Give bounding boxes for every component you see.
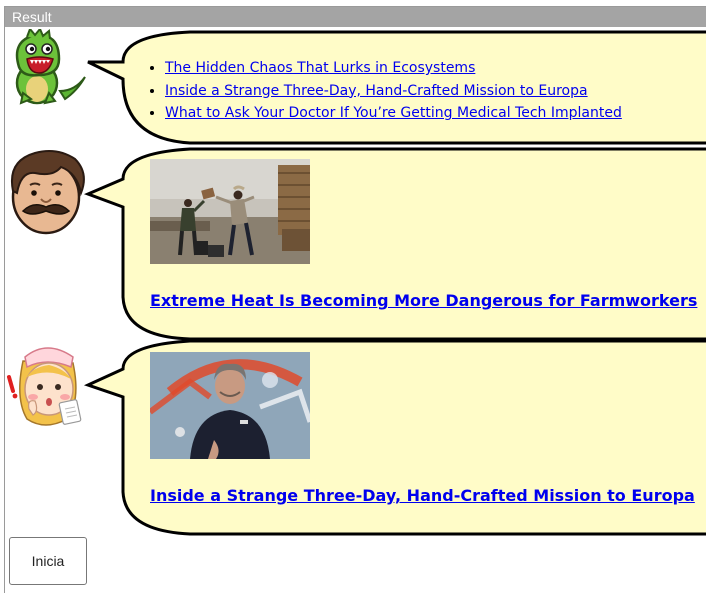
article-headline-link[interactable]: Extreme Heat Is Becoming More Dangerous … bbox=[150, 291, 697, 310]
man-kneeling-photo[interactable] bbox=[150, 352, 310, 459]
article-link[interactable]: What to Ask Your Doctor If You’re Gettin… bbox=[165, 105, 622, 121]
article-headline-link[interactable]: Inside a Strange Three-Day, Hand-Crafted… bbox=[150, 486, 695, 505]
link-list: The Hidden Chaos That Lurks in Ecosystem… bbox=[165, 57, 622, 125]
start-button[interactable]: Inicia bbox=[9, 537, 87, 585]
list-item: Inside a Strange Three-Day, Hand-Crafted… bbox=[165, 80, 622, 103]
list-item: What to Ask Your Doctor If You’re Gettin… bbox=[165, 102, 622, 125]
surprised-nurse-icon bbox=[7, 347, 82, 426]
farmworkers-photo[interactable] bbox=[150, 159, 310, 264]
list-item: The Hidden Chaos That Lurks in Ecosystem… bbox=[165, 57, 622, 80]
result-panel: Result • The Hidden Chaos That Lurks in … bbox=[4, 6, 706, 593]
article-link[interactable]: Inside a Strange Three-Day, Hand-Crafted… bbox=[165, 83, 588, 99]
mustache-man-icon bbox=[11, 150, 85, 235]
article-link[interactable]: The Hidden Chaos That Lurks in Ecosystem… bbox=[165, 60, 475, 76]
green-dinosaur-icon bbox=[15, 29, 86, 105]
